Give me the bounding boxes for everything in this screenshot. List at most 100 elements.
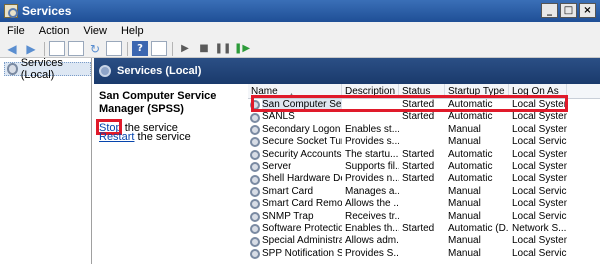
tree-item-services-local[interactable]: Services (Local)	[4, 57, 91, 81]
menu-view[interactable]: View	[76, 25, 114, 37]
minimize-button[interactable]: _	[541, 3, 558, 18]
service-log-on-as: Network S...	[512, 222, 567, 234]
service-name: Smart Card Remov...	[248, 198, 342, 210]
service-description: Allows adm...	[345, 235, 399, 247]
service-name-text: Shell Hardware Det...	[262, 173, 342, 185]
menu-action[interactable]: Action	[32, 25, 77, 37]
service-description: Receives tr...	[345, 210, 399, 222]
service-gear-icon	[250, 248, 260, 259]
table-row[interactable]: SNMP Trap Receives tr... Manual Local Servi…	[248, 211, 600, 223]
forward-arrow-icon[interactable]: ▶	[23, 41, 39, 56]
restart-service-icon[interactable]: ❚▶	[234, 41, 250, 56]
service-gear-icon	[250, 236, 260, 247]
service-description: Provides S...	[345, 247, 399, 259]
service-gear-icon	[250, 199, 260, 210]
tree-item-label: Services (Local)	[20, 57, 63, 81]
console-tree-icon[interactable]	[49, 41, 65, 56]
service-log-on-as: Local System	[512, 235, 567, 247]
start-service-icon[interactable]: ▶	[177, 41, 193, 56]
service-startup-type: Automatic	[448, 99, 493, 110]
service-name-text: Smart Card	[262, 185, 314, 197]
service-name-text: Smart Card Remov...	[262, 198, 342, 210]
console-tree: Services (Local)	[0, 57, 92, 264]
toolbar: ◀ ▶ ↻ ? ▶ ■ ❚❚ ❚▶	[0, 40, 600, 58]
export-list-icon[interactable]	[106, 41, 122, 56]
properties-icon[interactable]	[68, 41, 84, 56]
services-app-icon	[4, 4, 18, 18]
pause-service-icon[interactable]: ❚❚	[215, 41, 232, 56]
service-log-on-as: Local Service	[512, 247, 567, 259]
restart-suffix: the service	[134, 131, 191, 143]
table-row[interactable]: Smart Card Remov...Allows the ... Manual L…	[248, 198, 600, 210]
column-header-name-label: Name	[251, 86, 278, 97]
column-header-log-on-as[interactable]: Log On As	[509, 84, 567, 98]
restart-service-link[interactable]: Restart	[99, 131, 134, 143]
service-startup-type: Automatic	[448, 111, 493, 123]
toolbar-separator	[44, 41, 45, 56]
maximize-button[interactable]: □	[560, 3, 577, 18]
table-row[interactable]: San Computer Serv... Started Automatic Loca…	[248, 99, 600, 112]
service-description: Enables th...	[345, 222, 399, 234]
service-name-text: Secure Socket Tun...	[262, 136, 342, 148]
service-startup-type: Manual	[448, 123, 481, 135]
sort-ascending-icon: ▲	[288, 92, 295, 98]
close-button[interactable]: ×	[579, 3, 596, 18]
service-startup-type: Automatic (D...	[448, 222, 509, 234]
table-row[interactable]: Secondary Logon Enables st... Manual Local …	[248, 124, 600, 136]
service-name: SPP Notification Ser...	[248, 248, 342, 260]
table-row[interactable]: Shell Hardware Det...Provides n...Starte…	[248, 173, 600, 185]
service-name-text: SANLS	[262, 111, 295, 123]
stop-service-icon[interactable]: ■	[196, 41, 212, 56]
title-bar: Services _ □ ×	[0, 0, 600, 22]
panel-title: Services (Local)	[117, 65, 202, 77]
column-header-status[interactable]: Status	[399, 84, 445, 98]
window-title: Services	[22, 4, 72, 18]
toolbar-separator	[172, 41, 173, 56]
table-row[interactable]: Server Supports fil... Started Automatic Loc…	[248, 161, 600, 173]
service-name-text: Security Accounts ...	[262, 148, 342, 160]
service-gear-icon	[250, 112, 260, 123]
column-header-name[interactable]: Name ▲	[248, 84, 342, 98]
service-description-pane: San Computer Service Manager (SPSS) Stop…	[94, 84, 246, 264]
service-startup-type: Manual	[448, 235, 481, 247]
table-row[interactable]: SPP Notification Ser...Provides S... Manu…	[248, 248, 600, 260]
service-name: Special Administrati...	[248, 235, 342, 247]
service-name: Server	[248, 161, 342, 173]
service-log-on-as: Local System	[512, 99, 567, 110]
table-row[interactable]: Software Protection Enables th... Started A…	[248, 223, 600, 235]
list-rows: San Computer Serv... Started Automatic Loca…	[248, 99, 600, 260]
view-icon[interactable]	[151, 41, 167, 56]
service-name-text: San Computer Serv...	[262, 99, 342, 112]
service-name: Shell Hardware Det...	[248, 173, 342, 185]
service-description: Supports fil...	[345, 160, 399, 172]
service-gear-icon	[250, 137, 260, 148]
service-startup-type: Automatic	[448, 148, 493, 160]
service-log-on-as: Local Service	[512, 136, 567, 148]
table-row[interactable]: Special Administrati...Allows adm... Manu…	[248, 235, 600, 247]
service-status: Started	[402, 173, 435, 185]
table-row[interactable]: Security Accounts ...The startu...Starte…	[248, 149, 600, 161]
service-startup-type: Manual	[448, 247, 481, 259]
service-description: Manages a...	[345, 185, 399, 197]
menu-bar: File Action View Help	[0, 22, 600, 40]
table-row[interactable]: Smart Card Manages a... Manual Local Servic…	[248, 186, 600, 198]
column-header-startup-type[interactable]: Startup Type	[445, 84, 509, 98]
window-controls: _ □ ×	[541, 3, 596, 18]
service-gear-icon	[250, 174, 260, 185]
table-row[interactable]: Secure Socket Tun...Provides s... Manual L…	[248, 136, 600, 148]
service-name: Secure Socket Tun...	[248, 136, 342, 148]
service-description: Allows the ...	[345, 198, 399, 210]
refresh-icon[interactable]: ↻	[87, 41, 103, 56]
service-status: Started	[402, 160, 435, 172]
service-log-on-as: Local System	[512, 173, 567, 185]
service-name: SANLS	[248, 111, 342, 123]
service-gear-icon	[250, 211, 260, 222]
column-header-description[interactable]: Description	[342, 84, 399, 98]
back-arrow-icon[interactable]: ◀	[4, 41, 20, 56]
menu-file[interactable]: File	[0, 25, 32, 37]
help-icon[interactable]: ?	[132, 41, 148, 56]
selected-service-title: San Computer Service Manager (SPSS)	[99, 90, 217, 115]
service-startup-type: Manual	[448, 136, 481, 148]
table-row[interactable]: SANLS Started Automatic Local System	[248, 111, 600, 123]
menu-help[interactable]: Help	[114, 25, 151, 37]
